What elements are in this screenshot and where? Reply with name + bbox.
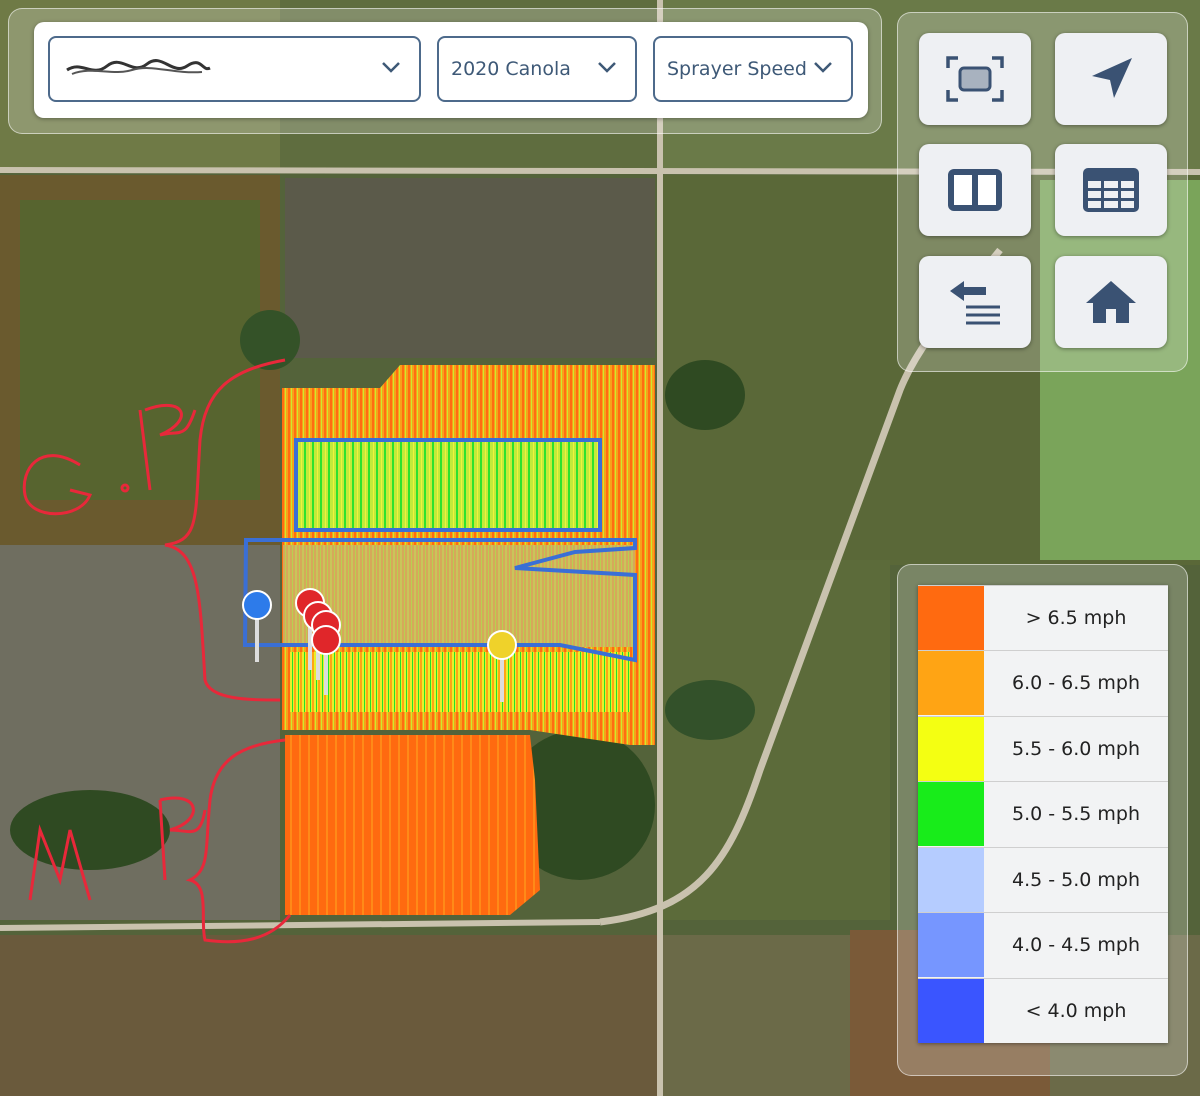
- legend-label: 5.0 - 5.5 mph: [1011, 803, 1141, 825]
- redacted-scribble: [66, 59, 211, 75]
- legend-item: 6.0 - 6.5 mph: [918, 650, 1168, 715]
- legend-item: 4.5 - 5.0 mph: [918, 847, 1168, 912]
- home-icon: [1086, 281, 1136, 323]
- layer-select-value: Sprayer Speed: [667, 58, 807, 80]
- legend-swatch: [918, 782, 984, 846]
- legend-label: < 4.0 mph: [1025, 1000, 1127, 1022]
- legend-swatch: [918, 979, 984, 1043]
- fit-bounds-icon: [946, 56, 1004, 102]
- legend-swatch: [918, 848, 984, 912]
- chevron-down-icon: [814, 62, 832, 73]
- field-coverage-upper: [282, 365, 655, 745]
- legend-item: > 6.5 mph: [918, 585, 1168, 650]
- legend-label: 5.5 - 6.0 mph: [1011, 738, 1141, 760]
- legend-item: 5.5 - 6.0 mph: [918, 716, 1168, 781]
- chevron-down-icon: [382, 62, 400, 73]
- home-button[interactable]: [1055, 256, 1167, 348]
- legend-label: > 6.5 mph: [1025, 607, 1127, 629]
- table-view-button[interactable]: [1055, 144, 1167, 236]
- layers-back-icon: [950, 281, 1000, 325]
- field-coverage-lower: [285, 735, 540, 915]
- legend-swatch: [918, 913, 984, 977]
- legend-swatch: [918, 651, 984, 715]
- farm-select[interactable]: [48, 36, 421, 102]
- chevron-down-icon: [598, 62, 616, 73]
- fit-bounds-button[interactable]: [919, 33, 1031, 125]
- legend-item: 4.0 - 4.5 mph: [918, 912, 1168, 977]
- legend-item: < 4.0 mph: [918, 978, 1168, 1043]
- legend: > 6.5 mph 6.0 - 6.5 mph 5.5 - 6.0 mph 5.…: [918, 585, 1168, 1043]
- table-icon: [1083, 168, 1139, 212]
- legend-label: 4.5 - 5.0 mph: [1011, 869, 1141, 891]
- layers-back-button[interactable]: [919, 256, 1031, 348]
- legend-swatch: [918, 586, 984, 650]
- season-select[interactable]: 2020 Canola: [437, 36, 637, 102]
- toolbar: 2020 Canola Sprayer Speed: [34, 22, 868, 118]
- locate-arrow-icon: [1092, 58, 1132, 98]
- split-view-button[interactable]: [919, 144, 1031, 236]
- legend-item: 5.0 - 5.5 mph: [918, 781, 1168, 846]
- legend-label: 4.0 - 4.5 mph: [1011, 934, 1141, 956]
- layer-select[interactable]: Sprayer Speed: [653, 36, 853, 102]
- legend-swatch: [918, 717, 984, 781]
- locate-button[interactable]: [1055, 33, 1167, 125]
- split-view-icon: [948, 169, 1002, 211]
- marker-red-4: [311, 625, 341, 655]
- legend-label: 6.0 - 6.5 mph: [1011, 672, 1141, 694]
- season-select-value: 2020 Canola: [451, 58, 571, 80]
